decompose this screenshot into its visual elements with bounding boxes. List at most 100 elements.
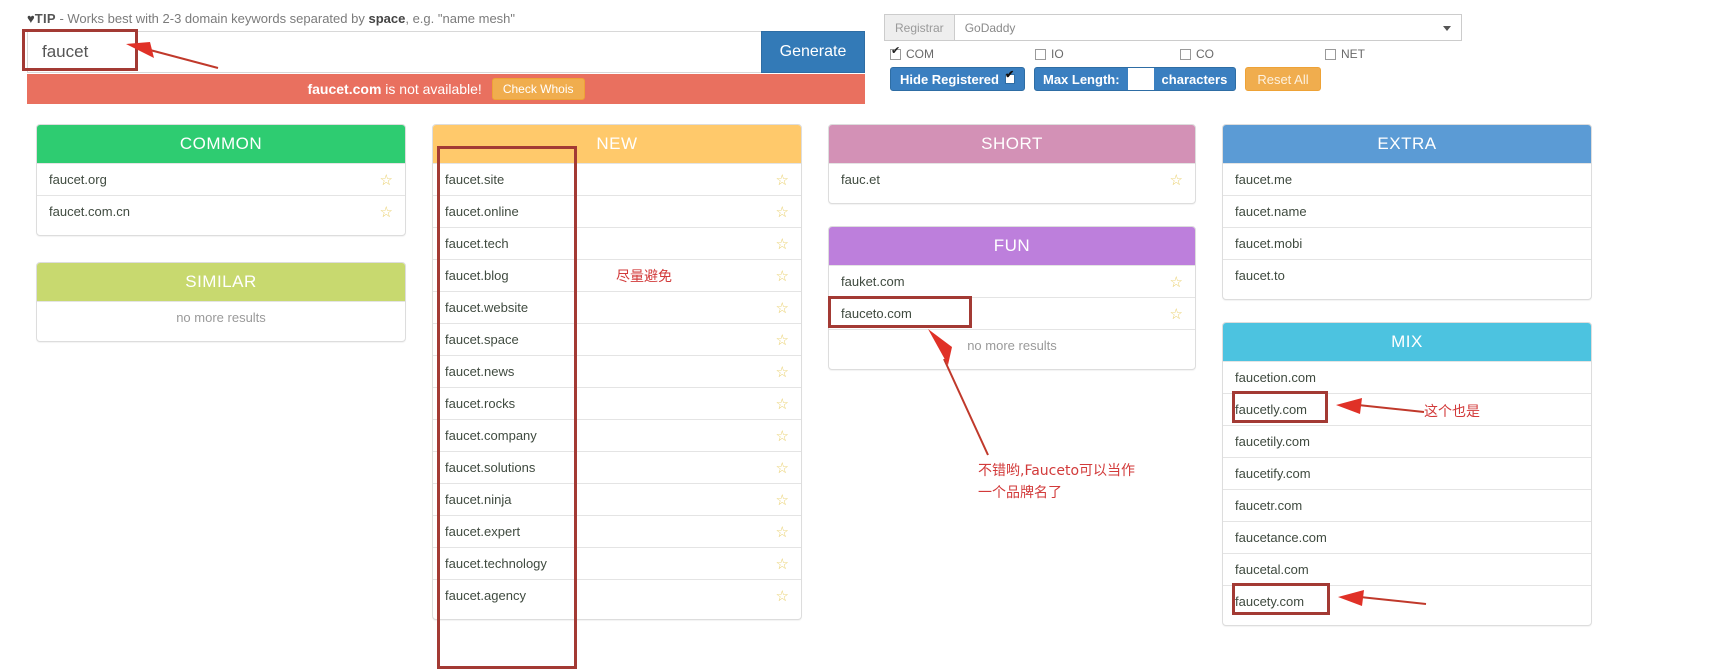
domain-row[interactable]: faucet.news ☆: [433, 355, 801, 387]
tld-checkbox-com[interactable]: COM: [890, 45, 1035, 63]
favorite-star-icon[interactable]: ☆: [776, 331, 789, 349]
card-footer-pad: [829, 195, 1195, 203]
favorite-star-icon[interactable]: ☆: [776, 235, 789, 253]
tip-text-before: - Works best with 2-3 domain keywords se…: [55, 11, 369, 26]
favorite-star-icon[interactable]: ☆: [776, 555, 789, 573]
check-whois-button[interactable]: Check Whois: [491, 78, 585, 100]
checkbox-icon[interactable]: [1004, 70, 1015, 84]
reset-all-button[interactable]: Reset All: [1245, 67, 1321, 91]
registrar-label: Registrar: [885, 15, 955, 40]
hide-registered-toggle[interactable]: Hide Registered: [890, 67, 1025, 91]
domain-row[interactable]: fauceto.com ☆: [829, 297, 1195, 329]
domain-name: faucetify.com: [1235, 466, 1311, 481]
domain-row[interactable]: faucet.online ☆: [433, 195, 801, 227]
domain-name: faucet.to: [1235, 268, 1285, 283]
tld-checkbox-io[interactable]: IO: [1035, 45, 1180, 63]
domain-row[interactable]: faucet.technology ☆: [433, 547, 801, 579]
tip-text-after: , e.g. "name mesh": [405, 11, 516, 26]
card-header-similar: SIMILAR: [37, 263, 405, 301]
card-footer-pad: [37, 227, 405, 235]
domain-row[interactable]: faucet.tech ☆: [433, 227, 801, 259]
card-similar: SIMILAR no more results: [36, 262, 406, 342]
favorite-star-icon[interactable]: ☆: [776, 395, 789, 413]
hide-registered-label: Hide Registered: [900, 71, 999, 87]
tld-checkbox-net[interactable]: NET: [1325, 45, 1470, 63]
checkbox-icon[interactable]: [1325, 48, 1336, 60]
domain-row[interactable]: faucetify.com: [1223, 457, 1591, 489]
domain-row[interactable]: faucet.website ☆: [433, 291, 801, 323]
max-length-group: Max Length: characters: [1033, 67, 1237, 91]
card-footer-pad: [1223, 617, 1591, 625]
domain-name: faucetance.com: [1235, 530, 1327, 545]
empty-results-message: no more results: [37, 301, 405, 333]
tld-checkbox-co[interactable]: CO: [1180, 45, 1325, 63]
favorite-star-icon[interactable]: ☆: [776, 427, 789, 445]
card-header-extra: EXTRA: [1223, 125, 1591, 163]
domain-row[interactable]: faucety.com: [1223, 585, 1591, 617]
domain-row[interactable]: faucetion.com: [1223, 361, 1591, 393]
card-fun: FUN fauket.com ☆ fauceto.com ☆ no more result…: [828, 226, 1196, 370]
domain-row[interactable]: faucet.ninja ☆: [433, 483, 801, 515]
domain-row[interactable]: faucet.to: [1223, 259, 1591, 291]
favorite-star-icon[interactable]: ☆: [776, 267, 789, 285]
domain-name: faucet.com.cn: [49, 204, 130, 219]
tip-line: ♥TIP - Works best with 2-3 domain keywor…: [27, 11, 515, 26]
checkbox-icon[interactable]: [1180, 48, 1191, 60]
alert-domain: faucet.com: [307, 81, 382, 97]
card-extra: EXTRA faucet.me faucet.name faucet.mobi fauc…: [1222, 124, 1592, 300]
domain-row[interactable]: fauc.et ☆: [829, 163, 1195, 195]
domain-row[interactable]: faucet.agency ☆: [433, 579, 801, 611]
max-length-input[interactable]: [1127, 68, 1154, 90]
registrar-select[interactable]: GoDaddy: [955, 15, 1461, 40]
domain-row[interactable]: faucet.mobi: [1223, 227, 1591, 259]
card-footer-pad: [433, 611, 801, 619]
domain-row[interactable]: faucet.space ☆: [433, 323, 801, 355]
favorite-star-icon[interactable]: ☆: [776, 363, 789, 381]
tip-keyword: space: [368, 11, 406, 26]
favorite-star-icon[interactable]: ☆: [380, 171, 393, 189]
favorite-star-icon[interactable]: ☆: [1170, 305, 1183, 323]
domain-row[interactable]: faucetance.com: [1223, 521, 1591, 553]
domain-row[interactable]: faucet.solutions ☆: [433, 451, 801, 483]
favorite-star-icon[interactable]: ☆: [776, 587, 789, 605]
annotation-text-also: 这个也是: [1424, 404, 1480, 420]
domain-name: fauceto.com: [841, 306, 912, 321]
domain-row[interactable]: faucet.expert ☆: [433, 515, 801, 547]
generate-button[interactable]: Generate: [761, 31, 865, 73]
favorite-star-icon[interactable]: ☆: [776, 171, 789, 189]
domain-row[interactable]: faucet.rocks ☆: [433, 387, 801, 419]
annotation-text-brand: 不错哟,Fauceto可以当作 一个品牌名了: [978, 463, 1136, 501]
characters-label: characters: [1161, 71, 1228, 87]
favorite-star-icon[interactable]: ☆: [776, 459, 789, 477]
favorite-star-icon[interactable]: ☆: [1170, 273, 1183, 291]
domain-row[interactable]: faucet.me: [1223, 163, 1591, 195]
favorite-star-icon[interactable]: ☆: [776, 523, 789, 541]
domain-row[interactable]: faucet.org ☆: [37, 163, 405, 195]
favorite-star-icon[interactable]: ☆: [776, 491, 789, 509]
registrar-group: Registrar GoDaddy: [884, 14, 1462, 41]
domain-row[interactable]: faucetly.com: [1223, 393, 1591, 425]
domain-name: faucet.mobi: [1235, 236, 1303, 251]
favorite-star-icon[interactable]: ☆: [380, 203, 393, 221]
domain-row[interactable]: faucet.name: [1223, 195, 1591, 227]
domain-row[interactable]: faucetily.com: [1223, 425, 1591, 457]
domain-row[interactable]: faucetal.com: [1223, 553, 1591, 585]
domain-row[interactable]: faucet.com.cn ☆: [37, 195, 405, 227]
domain-row[interactable]: faucetr.com: [1223, 489, 1591, 521]
favorite-star-icon[interactable]: ☆: [776, 203, 789, 221]
checkbox-icon[interactable]: [1035, 48, 1046, 60]
tld-checkbox-row: COM IO CO NET: [890, 45, 1470, 63]
card-header-fun: FUN: [829, 227, 1195, 265]
checkbox-icon[interactable]: [890, 46, 901, 60]
max-length-label: Max Length:: [1042, 71, 1120, 87]
card-common: COMMON faucet.org ☆ faucet.com.cn ☆: [36, 124, 406, 236]
domain-row[interactable]: faucet.site ☆: [433, 163, 801, 195]
favorite-star-icon[interactable]: ☆: [776, 299, 789, 317]
favorite-star-icon[interactable]: ☆: [1170, 171, 1183, 189]
search-input[interactable]: [27, 31, 761, 73]
domain-name: faucet.name: [1235, 204, 1307, 219]
tld-label: IO: [1051, 47, 1064, 61]
card-header-new: NEW: [433, 125, 801, 163]
domain-row[interactable]: faucet.company ☆: [433, 419, 801, 451]
domain-row[interactable]: fauket.com ☆: [829, 265, 1195, 297]
